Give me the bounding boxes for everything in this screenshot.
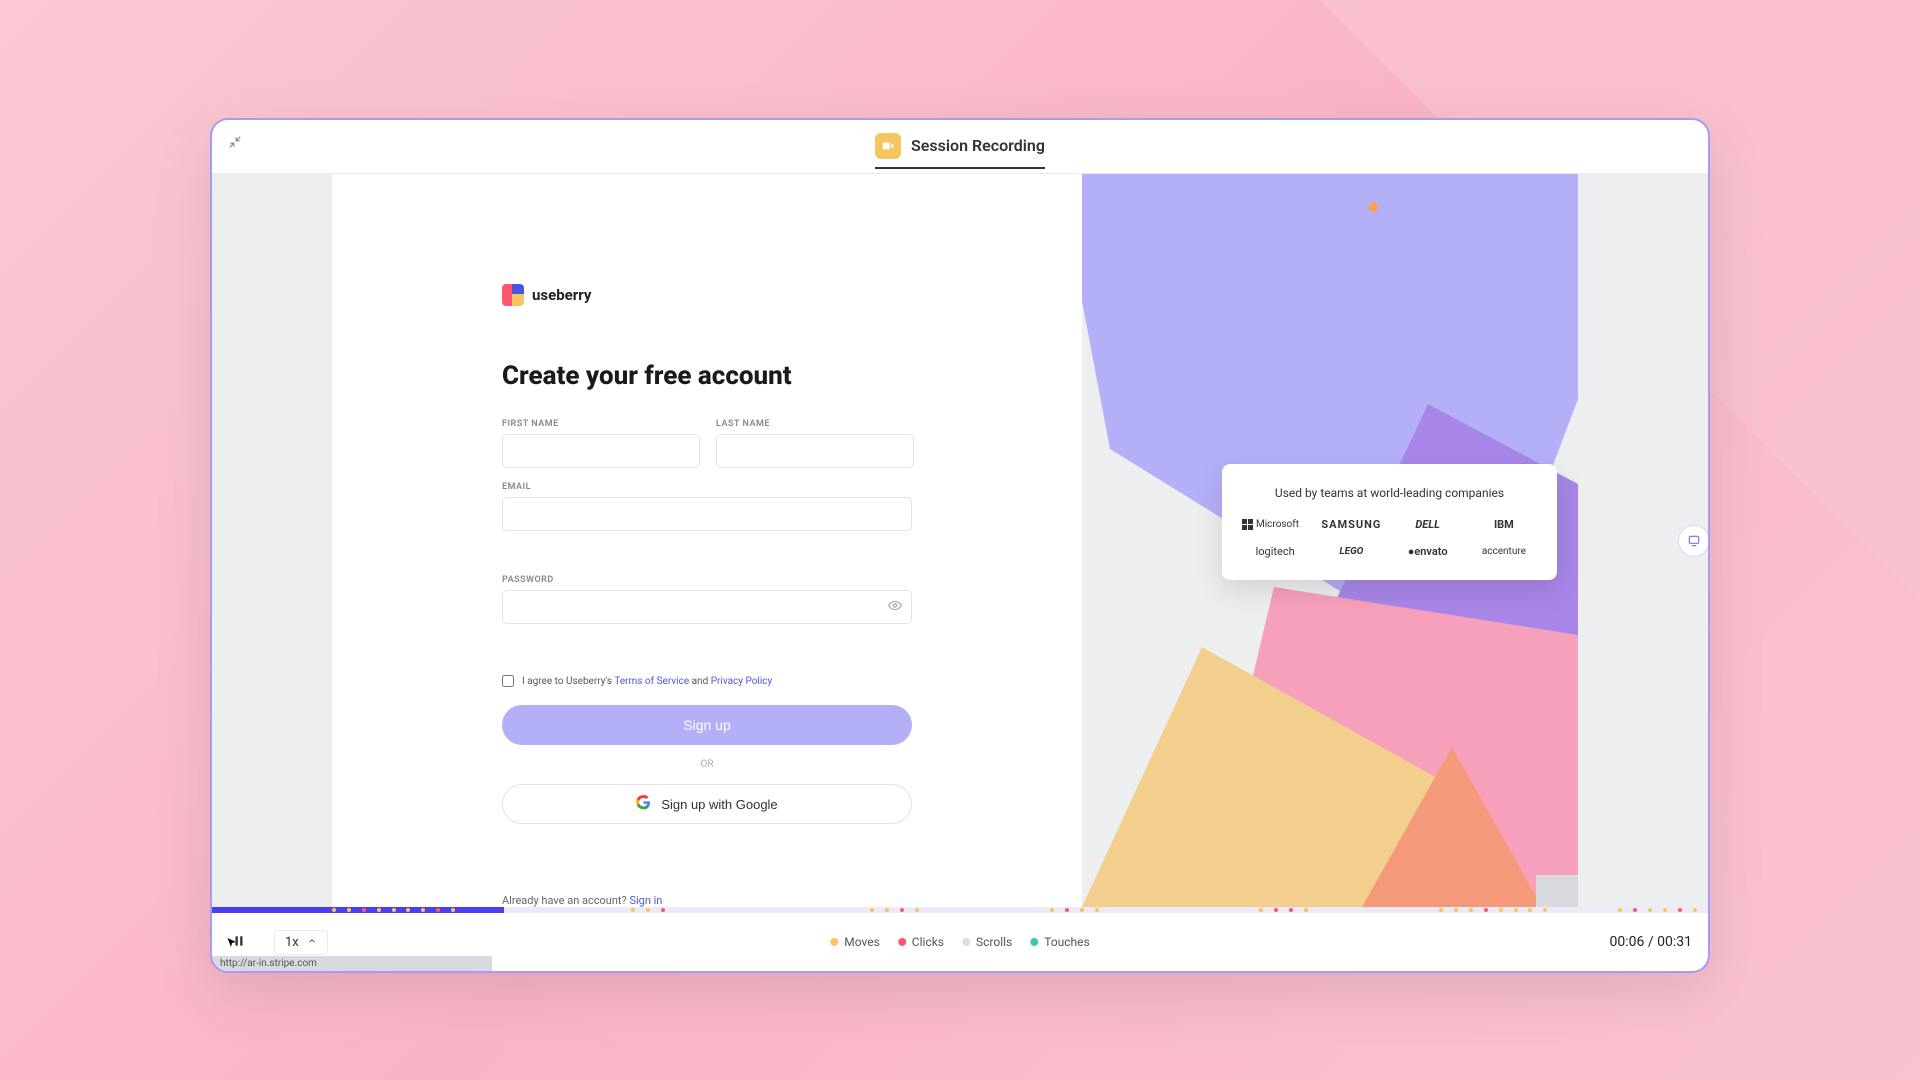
- time-display: 00:06 / 00:31: [1610, 934, 1692, 950]
- status-bar: http://ar-in.stripe.com: [212, 956, 492, 971]
- brand-ibm: IBM: [1471, 518, 1537, 531]
- useberry-icon: [502, 284, 524, 306]
- chevron-up-icon: [307, 935, 317, 950]
- privacy-link[interactable]: Privacy Policy: [711, 676, 773, 687]
- legend-touches: Touches: [1030, 935, 1090, 949]
- email-field[interactable]: [502, 497, 912, 531]
- legend-scrolls: Scrolls: [962, 935, 1012, 949]
- legend-moves: Moves: [830, 935, 880, 949]
- consent-row[interactable]: I agree to Useberry's Terms of Service a…: [502, 675, 912, 687]
- google-signup-button[interactable]: Sign up with Google: [502, 784, 912, 824]
- google-button-label: Sign up with Google: [661, 797, 777, 812]
- recording-viewport: useberry Create your free account FIRST …: [212, 174, 1708, 907]
- page-title: Create your free account: [502, 361, 912, 391]
- legend-clicks: Clicks: [898, 935, 944, 949]
- signin-link[interactable]: Sign in: [629, 894, 662, 907]
- player-controls: 1x Moves Clicks Scrolls Touches 00:06 / …: [212, 913, 1708, 971]
- password-field[interactable]: [502, 590, 912, 624]
- brand-accenture: accenture: [1471, 546, 1537, 557]
- session-window: Session Recording useberry Create your f…: [210, 118, 1710, 973]
- password-label: PASSWORD: [502, 575, 912, 585]
- first-name-label: FIRST NAME: [502, 419, 700, 429]
- cursor-dot: [1368, 202, 1378, 212]
- signup-button[interactable]: Sign up: [502, 705, 912, 745]
- eye-icon[interactable]: [888, 597, 902, 616]
- brand-microsoft: Microsoft: [1242, 519, 1308, 530]
- brands-title: Used by teams at world-leading companies: [1242, 486, 1537, 500]
- brand-samsung: SAMSUNG: [1318, 518, 1384, 531]
- brands-grid: Microsoft SAMSUNG DELL IBM logitech LEGO…: [1242, 518, 1537, 558]
- last-name-field[interactable]: [716, 434, 914, 468]
- brand-logitech: logitech: [1242, 545, 1308, 558]
- google-icon: [636, 795, 651, 813]
- email-label: EMAIL: [502, 482, 912, 492]
- already-row: Already have an account? Sign in: [502, 894, 912, 907]
- collapse-icon[interactable]: [228, 134, 242, 153]
- divider-or: OR: [502, 759, 912, 770]
- consent-text: I agree to Useberry's Terms of Service a…: [522, 676, 772, 687]
- last-name-label: LAST NAME: [716, 419, 914, 429]
- brand-dell: DELL: [1395, 518, 1461, 531]
- grey-box: [1536, 875, 1578, 907]
- brands-card: Used by teams at world-leading companies…: [1222, 464, 1557, 580]
- hero-graphic: Used by teams at world-leading companies…: [1082, 174, 1708, 907]
- event-legend: Moves Clicks Scrolls Touches: [830, 935, 1089, 949]
- consent-checkbox[interactable]: [502, 675, 514, 687]
- signup-panel: useberry Create your free account FIRST …: [332, 174, 1082, 907]
- speed-selector[interactable]: 1x: [274, 930, 328, 955]
- window-topbar: Session Recording: [212, 120, 1708, 174]
- brand-lego: LEGO: [1318, 546, 1384, 557]
- terms-link[interactable]: Terms of Service: [614, 676, 689, 687]
- recording-icon: [875, 133, 901, 159]
- first-name-field[interactable]: [502, 434, 700, 468]
- tab-session-recording[interactable]: Session Recording: [875, 125, 1045, 169]
- brand-logo: useberry: [502, 284, 912, 306]
- brand-name: useberry: [532, 286, 591, 304]
- tab-label: Session Recording: [911, 136, 1045, 155]
- cursor-icon: [226, 937, 238, 953]
- feedback-button[interactable]: [1678, 525, 1710, 557]
- brand-envato: ●envato: [1395, 545, 1461, 558]
- speed-value: 1x: [285, 935, 299, 950]
